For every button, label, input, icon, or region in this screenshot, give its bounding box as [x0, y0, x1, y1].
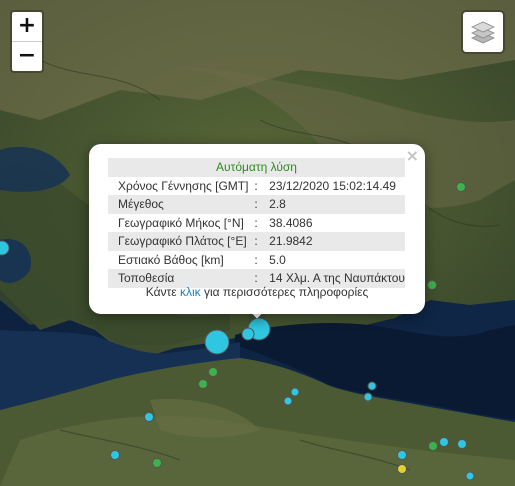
zoom-in-button[interactable]: +: [12, 12, 42, 42]
quake-marker[interactable]: [110, 450, 120, 460]
quake-marker[interactable]: [397, 450, 407, 460]
info-value: 21.9842: [258, 232, 405, 251]
info-separator: :: [254, 195, 259, 214]
quake-marker[interactable]: [397, 464, 407, 474]
footer-text-before: Κάντε: [145, 285, 180, 299]
layers-icon: [471, 21, 495, 44]
more-info-link[interactable]: κλικ: [180, 285, 201, 299]
quake-marker[interactable]: [290, 387, 300, 397]
earthquake-info-table: Αυτόματη λύση Χρόνος Γέννησης [GMT] : 23…: [108, 158, 405, 288]
quake-marker[interactable]: [427, 280, 437, 290]
popup-close-button[interactable]: ×: [406, 146, 419, 165]
quake-marker[interactable]: [152, 458, 162, 468]
footer-text-after: για περισσότερες πληροφορίες: [200, 285, 369, 299]
quake-marker[interactable]: [363, 392, 373, 402]
popup-footer: Κάντε κλικ για περισσότερες πληροφορίες: [89, 285, 425, 299]
info-label: Γεωγραφικό Μήκος [°N]: [118, 215, 244, 230]
info-value: 2.8: [258, 195, 405, 214]
quake-marker[interactable]: [456, 182, 466, 192]
info-separator: :: [254, 178, 258, 193]
info-label: Χρόνος Γέννησης [GMT]: [118, 178, 249, 193]
quake-marker[interactable]: [198, 379, 208, 389]
info-label: Εστιακό Βάθος [km]: [118, 252, 224, 267]
earthquake-popup: × Αυτόματη λύση Χρόνος Γέννησης [GMT] : …: [89, 144, 425, 314]
quake-marker[interactable]: [241, 327, 255, 341]
zoom-out-button[interactable]: −: [12, 42, 42, 71]
quake-marker[interactable]: [428, 441, 438, 451]
info-value: 23/12/2020 15:02:14.49: [269, 178, 396, 193]
info-label: Γεωγραφικό Πλάτος [°E]: [108, 232, 255, 251]
zoom-control: + −: [10, 10, 44, 73]
popup-header: Αυτόματη λύση: [108, 158, 405, 177]
quake-marker[interactable]: [144, 412, 154, 422]
info-value: 38.4086: [269, 215, 313, 230]
quake-marker[interactable]: [439, 437, 449, 447]
info-label: Μέγεθος: [108, 195, 255, 214]
layers-button[interactable]: [461, 10, 505, 54]
quake-marker[interactable]: [204, 329, 230, 355]
info-separator: :: [254, 252, 258, 267]
quake-marker[interactable]: [457, 439, 467, 449]
quake-marker[interactable]: [465, 471, 475, 481]
info-separator: :: [254, 215, 258, 230]
quake-marker[interactable]: [367, 381, 377, 391]
info-value: 5.0: [269, 252, 286, 267]
quake-marker[interactable]: [283, 396, 293, 406]
quake-marker[interactable]: [208, 367, 218, 377]
quake-marker[interactable]: [0, 240, 10, 256]
info-separator: :: [254, 232, 259, 251]
popup-tip: [249, 312, 265, 328]
